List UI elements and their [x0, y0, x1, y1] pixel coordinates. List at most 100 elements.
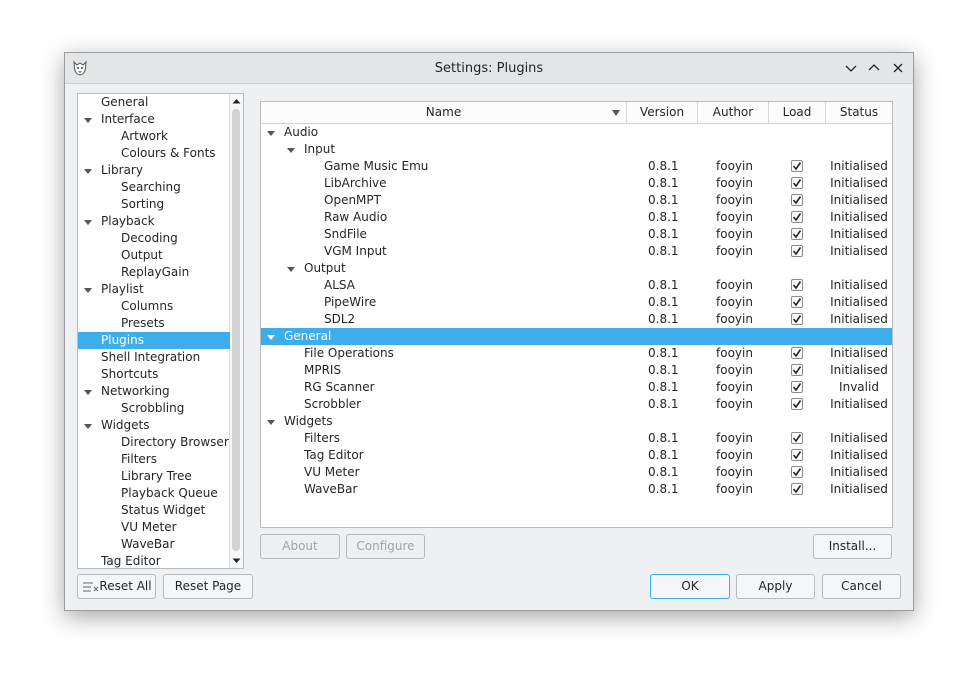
plugin-row[interactable]: MPRIS 0.8.1 fooyin Initialised	[261, 362, 892, 379]
column-header-name[interactable]: Name	[261, 102, 627, 123]
load-checkbox[interactable]	[791, 483, 803, 495]
nav-item[interactable]: Colours & Fonts	[78, 145, 230, 162]
column-header-version[interactable]: Version	[627, 102, 698, 123]
expand-arrow-icon[interactable]	[287, 265, 295, 273]
reset-all-button[interactable]: Reset All	[77, 574, 156, 599]
load-checkbox[interactable]	[791, 160, 803, 172]
configure-button[interactable]: Configure	[346, 534, 425, 559]
scroll-up-arrow-icon[interactable]	[232, 97, 241, 106]
plugin-group-row[interactable]: Output	[261, 260, 892, 277]
plugin-row[interactable]: Game Music Emu 0.8.1 fooyin Initialised	[261, 158, 892, 175]
column-header-author[interactable]: Author	[698, 102, 769, 123]
nav-item[interactable]: ReplayGain	[78, 264, 230, 281]
expand-arrow-icon[interactable]	[267, 418, 275, 426]
minimize-button[interactable]	[842, 59, 860, 77]
nav-item[interactable]: VU Meter	[78, 519, 230, 536]
nav-item[interactable]: Filters	[78, 451, 230, 468]
scroll-down-arrow-icon[interactable]	[232, 556, 241, 565]
load-checkbox[interactable]	[791, 449, 803, 461]
nav-item[interactable]: Library Tree	[78, 468, 230, 485]
expand-arrow-icon[interactable]	[267, 129, 275, 137]
plugin-row[interactable]: RG Scanner 0.8.1 fooyin Invalid	[261, 379, 892, 396]
column-header-status[interactable]: Status	[826, 102, 892, 123]
nav-item[interactable]: Output	[78, 247, 230, 264]
ok-button[interactable]: OK	[650, 574, 730, 599]
load-checkbox[interactable]	[791, 381, 803, 393]
nav-item[interactable]: Status Widget	[78, 502, 230, 519]
expand-arrow-icon[interactable]	[84, 218, 92, 226]
nav-item[interactable]: WaveBar	[78, 536, 230, 553]
plugin-row[interactable]: OpenMPT 0.8.1 fooyin Initialised	[261, 192, 892, 209]
nav-item[interactable]: Directory Browser	[78, 434, 230, 451]
plugin-row[interactable]: Filters 0.8.1 fooyin Initialised	[261, 430, 892, 447]
load-checkbox[interactable]	[791, 432, 803, 444]
plugin-row[interactable]: Raw Audio 0.8.1 fooyin Initialised	[261, 209, 892, 226]
nav-item[interactable]: Decoding	[78, 230, 230, 247]
nav-item[interactable]: Widgets	[78, 417, 230, 434]
plugins-tree[interactable]: Name Version Author Load Status Audio Inp…	[260, 101, 893, 528]
plugin-group-row[interactable]: General	[261, 328, 892, 345]
load-checkbox[interactable]	[791, 398, 803, 410]
load-checkbox[interactable]	[791, 228, 803, 240]
title-bar[interactable]: Settings: Plugins	[65, 53, 913, 84]
load-checkbox[interactable]	[791, 245, 803, 257]
nav-item[interactable]: Plugins	[78, 332, 230, 349]
nav-item[interactable]: Sorting	[78, 196, 230, 213]
expand-arrow-icon[interactable]	[267, 333, 275, 341]
load-checkbox[interactable]	[791, 211, 803, 223]
plugin-row[interactable]: Tag Editor 0.8.1 fooyin Initialised	[261, 447, 892, 464]
nav-item[interactable]: Artwork	[78, 128, 230, 145]
load-checkbox[interactable]	[791, 313, 803, 325]
plugin-row[interactable]: WaveBar 0.8.1 fooyin Initialised	[261, 481, 892, 498]
plugin-row[interactable]: VU Meter 0.8.1 fooyin Initialised	[261, 464, 892, 481]
nav-scrollbar-thumb[interactable]	[232, 109, 240, 551]
plugin-row[interactable]: SDL2 0.8.1 fooyin Initialised	[261, 311, 892, 328]
apply-button[interactable]: Apply	[736, 574, 815, 599]
plugin-row[interactable]: Scrobbler 0.8.1 fooyin Initialised	[261, 396, 892, 413]
nav-item[interactable]: Interface	[78, 111, 230, 128]
plugin-group-row[interactable]: Audio	[261, 124, 892, 141]
nav-item[interactable]: Shell Integration	[78, 349, 230, 366]
nav-scrollbar[interactable]	[229, 94, 243, 568]
plugin-row[interactable]: ALSA 0.8.1 fooyin Initialised	[261, 277, 892, 294]
close-button[interactable]	[889, 59, 907, 77]
expand-arrow-icon[interactable]	[287, 146, 295, 154]
expand-arrow-icon[interactable]	[84, 388, 92, 396]
nav-item[interactable]: Columns	[78, 298, 230, 315]
about-button[interactable]: About	[260, 534, 340, 559]
expand-arrow-icon[interactable]	[84, 422, 92, 430]
plugin-row[interactable]: File Operations 0.8.1 fooyin Initialised	[261, 345, 892, 362]
nav-item[interactable]: Presets	[78, 315, 230, 332]
nav-item[interactable]: Library	[78, 162, 230, 179]
column-header-load[interactable]: Load	[769, 102, 826, 123]
nav-item[interactable]: General	[78, 94, 230, 111]
nav-item[interactable]: Playback	[78, 213, 230, 230]
maximize-button[interactable]	[865, 59, 883, 77]
nav-item[interactable]: Playlist	[78, 281, 230, 298]
nav-item[interactable]: Searching	[78, 179, 230, 196]
nav-item[interactable]: Tag Editor	[78, 553, 230, 568]
plugin-row[interactable]: LibArchive 0.8.1 fooyin Initialised	[261, 175, 892, 192]
cancel-button[interactable]: Cancel	[822, 574, 901, 599]
plugin-row[interactable]: VGM Input 0.8.1 fooyin Initialised	[261, 243, 892, 260]
nav-item[interactable]: Scrobbling	[78, 400, 230, 417]
load-checkbox[interactable]	[791, 347, 803, 359]
settings-nav-tree[interactable]: General Interface Artwork Colours & Fonts Li…	[77, 93, 244, 569]
expand-arrow-icon[interactable]	[84, 116, 92, 124]
load-checkbox[interactable]	[791, 279, 803, 291]
nav-item[interactable]: Shortcuts	[78, 366, 230, 383]
load-checkbox[interactable]	[791, 466, 803, 478]
install-button[interactable]: Install...	[813, 534, 892, 559]
expand-arrow-icon[interactable]	[84, 167, 92, 175]
plugin-row[interactable]: PipeWire 0.8.1 fooyin Initialised	[261, 294, 892, 311]
load-checkbox[interactable]	[791, 296, 803, 308]
load-checkbox[interactable]	[791, 364, 803, 376]
plugin-group-row[interactable]: Input	[261, 141, 892, 158]
plugin-group-row[interactable]: Widgets	[261, 413, 892, 430]
load-checkbox[interactable]	[791, 194, 803, 206]
load-checkbox[interactable]	[791, 177, 803, 189]
plugin-row[interactable]: SndFile 0.8.1 fooyin Initialised	[261, 226, 892, 243]
nav-item[interactable]: Networking	[78, 383, 230, 400]
reset-page-button[interactable]: Reset Page	[163, 574, 253, 599]
expand-arrow-icon[interactable]	[84, 286, 92, 294]
